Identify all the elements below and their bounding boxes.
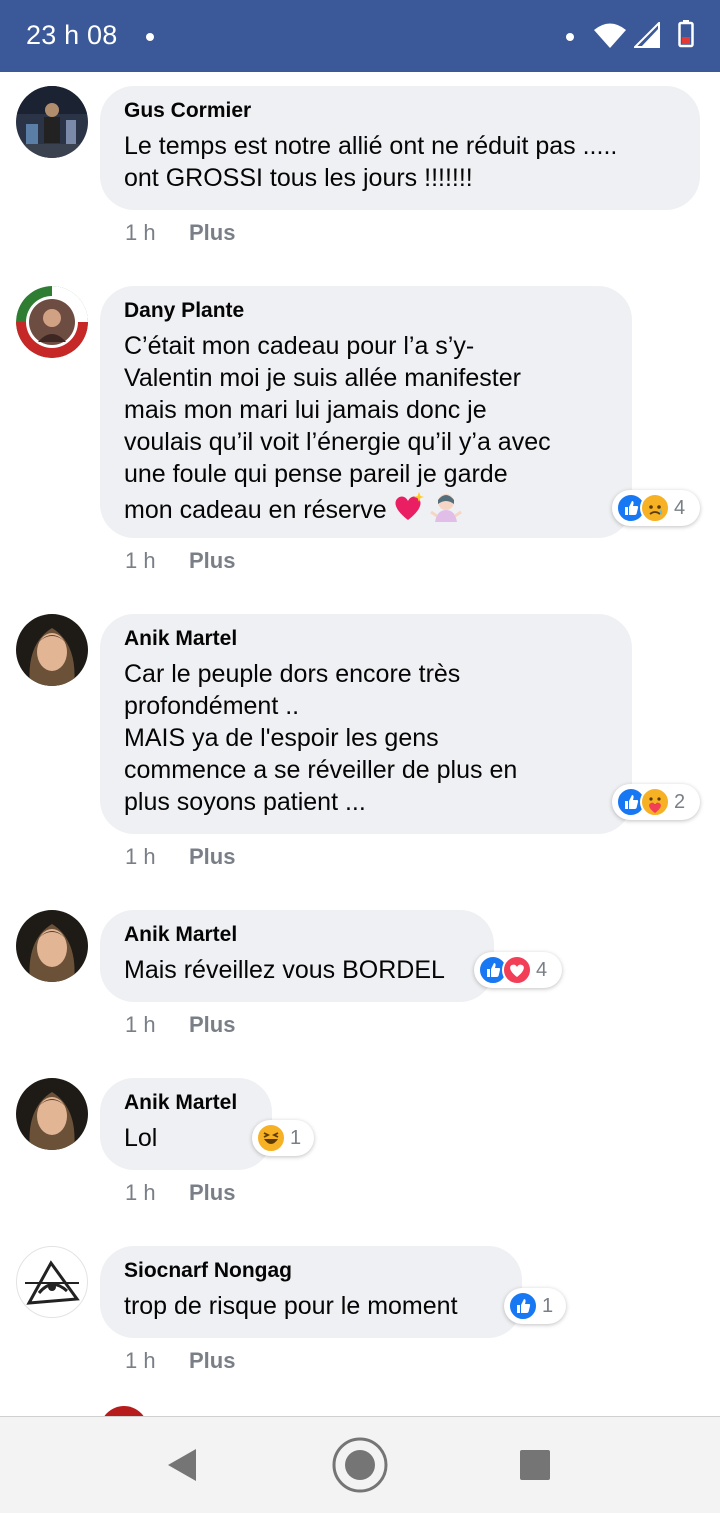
comment-time[interactable]: 1 h (125, 844, 189, 870)
avatar[interactable] (16, 1246, 88, 1318)
comment-author[interactable]: Anik Martel (124, 626, 608, 652)
reactions-badge[interactable]: 4 (474, 952, 562, 988)
comment-meta: 1 h Plus (125, 844, 235, 870)
wifi-icon (594, 23, 626, 48)
comment-text-body: C’était mon cadeau pour l’a s’y- Valenti… (124, 332, 551, 524)
comment-time[interactable]: 1 h (125, 1180, 189, 1206)
comment-bubble[interactable]: Anik Martel Lol (100, 1078, 272, 1170)
status-bar: 23 h 08 (0, 0, 720, 72)
more-button[interactable]: Plus (189, 1180, 235, 1205)
recents-icon[interactable] (518, 1448, 552, 1482)
more-button[interactable]: Plus (189, 548, 235, 573)
comment-text: C’était mon cadeau pour l’a s’y- Valenti… (124, 330, 608, 526)
comment-bubble[interactable]: Siocnarf Nongag trop de risque pour le m… (100, 1246, 522, 1338)
comment-meta: 1 h Plus (125, 1348, 235, 1374)
love-reaction-icon (502, 955, 532, 985)
comment-bubble[interactable]: Anik Martel Car le peuple dors encore tr… (100, 614, 632, 834)
signal-icon (634, 22, 660, 48)
comment-meta: 1 h Plus (125, 1180, 235, 1206)
battery-icon (678, 20, 694, 48)
reaction-count: 2 (674, 790, 686, 813)
home-icon[interactable] (331, 1436, 389, 1494)
comment-author[interactable]: Anik Martel (124, 1090, 248, 1116)
woman-shrugging-emoji (429, 494, 462, 522)
reaction-count: 1 (542, 1294, 554, 1317)
avatar[interactable] (16, 86, 88, 158)
like-reaction-icon (508, 1291, 538, 1321)
avatar[interactable] (16, 910, 88, 982)
back-icon[interactable] (164, 1445, 204, 1485)
comment-author[interactable]: Siocnarf Nongag (124, 1258, 498, 1284)
sparkling-heart-emoji (395, 492, 424, 520)
reactions-badge[interactable]: 2 (612, 784, 700, 820)
comment-text: Mais réveillez vous BORDEL (124, 956, 445, 984)
comment-text: Le temps est notre allié ont ne réduit p… (124, 132, 618, 192)
comment-time[interactable]: 1 h (125, 548, 189, 574)
avatar[interactable] (16, 286, 88, 358)
status-dot-icon (566, 33, 574, 41)
more-button[interactable]: Plus (189, 1012, 235, 1037)
more-button[interactable]: Plus (189, 844, 235, 869)
reactions-badge[interactable]: 4 (612, 490, 700, 526)
comment-meta: 1 h Plus (125, 1012, 235, 1038)
comment-time[interactable]: 1 h (125, 220, 189, 246)
comment-text: Lol (124, 1124, 158, 1152)
comment-text: Car le peuple dors encore très profondém… (124, 660, 518, 816)
status-time: 23 h 08 (26, 20, 118, 50)
avatar[interactable] (16, 1078, 88, 1150)
reactions-badge[interactable]: 1 (504, 1288, 566, 1324)
avatar[interactable] (16, 614, 88, 686)
more-button[interactable]: Plus (189, 1348, 235, 1373)
comment-time[interactable]: 1 h (125, 1348, 189, 1374)
comment-author[interactable]: Dany Plante (124, 298, 608, 324)
comment-time[interactable]: 1 h (125, 1012, 189, 1038)
reaction-count: 4 (536, 958, 548, 981)
notification-dot-icon (146, 33, 154, 41)
comment-author[interactable]: Gus Cormier (124, 98, 676, 124)
reaction-count: 1 (290, 1126, 302, 1149)
avatar-partial[interactable] (100, 1406, 148, 1416)
haha-reaction-icon (256, 1123, 286, 1153)
comment-bubble[interactable]: Dany Plante C’était mon cadeau pour l’a … (100, 286, 632, 538)
comment-meta: 1 h Plus (125, 548, 235, 574)
reaction-count: 4 (674, 496, 686, 519)
comment-text: trop de risque pour le moment (124, 1292, 458, 1320)
comment-bubble[interactable]: Gus Cormier Le temps est notre allié ont… (100, 86, 700, 210)
more-button[interactable]: Plus (189, 220, 235, 245)
reactions-badge[interactable]: 1 (252, 1120, 314, 1156)
comment-meta: 1 h Plus (125, 220, 235, 246)
navigation-bar (0, 1416, 720, 1513)
sad-reaction-icon (640, 493, 670, 523)
comment-author[interactable]: Anik Martel (124, 922, 470, 948)
care-reaction-icon (640, 787, 670, 817)
comment-bubble[interactable]: Anik Martel Mais réveillez vous BORDEL (100, 910, 494, 1002)
